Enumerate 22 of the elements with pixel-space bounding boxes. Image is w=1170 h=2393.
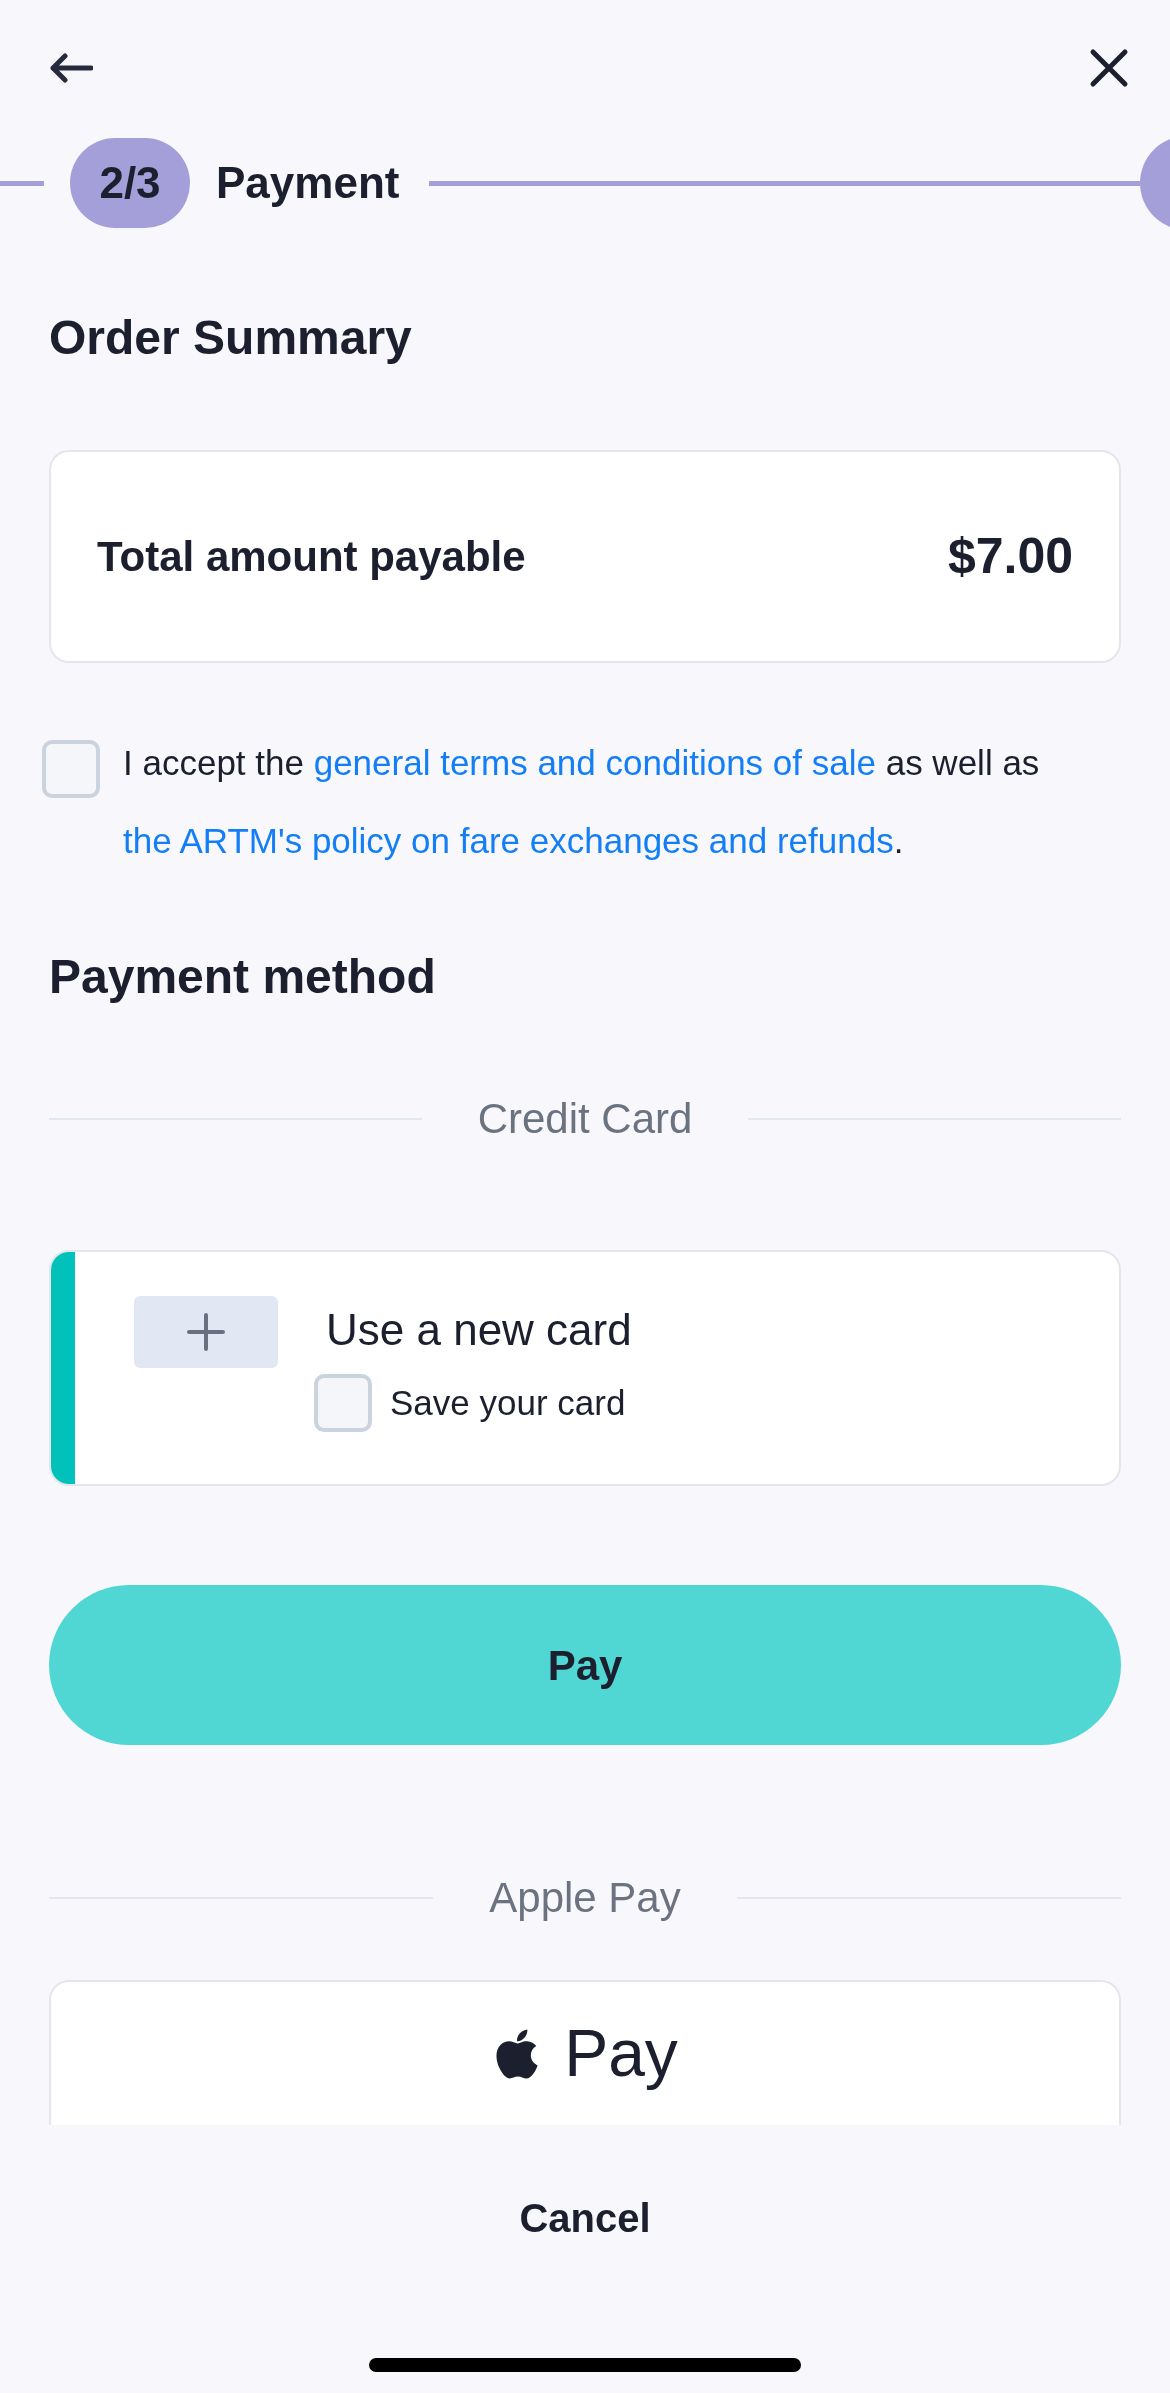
save-card-label: Save your card	[390, 1381, 626, 1424]
plus-icon	[186, 1312, 226, 1352]
terms-checkbox[interactable]	[42, 740, 100, 798]
cancel-button[interactable]: Cancel	[519, 2194, 651, 2242]
pay-button[interactable]: Pay	[49, 1585, 1121, 1745]
terms-text: I accept the general terms and conditions of sale as well as the ARTM's policy on fare exchanges and refunds.	[123, 742, 1041, 862]
payment-method-heading: Payment method	[49, 949, 437, 1005]
close-icon[interactable]	[1089, 48, 1129, 88]
terms-link[interactable]: the ARTM's policy on fare exchanges and refunds	[123, 821, 894, 860]
order-summary-heading: Order Summary	[49, 310, 413, 366]
new-card-title: Use a new card	[326, 1304, 632, 1356]
step-counter: 2/3	[70, 138, 190, 228]
apple-pay-button[interactable]: Pay	[49, 1980, 1121, 2125]
section-divider-label: Apple Pay	[488, 1873, 682, 1923]
save-card-checkbox[interactable]	[314, 1374, 372, 1432]
new-card-option[interactable]: Use a new card Save your card	[49, 1250, 1121, 1486]
step-title: Payment	[216, 157, 400, 209]
terms-link[interactable]: general terms and conditions of sale	[313, 743, 876, 782]
total-label: Total amount payable	[97, 532, 526, 582]
section-divider-label: Credit Card	[476, 1094, 694, 1144]
total-amount: $7.00	[947, 527, 1073, 586]
back-arrow-icon[interactable]	[49, 52, 93, 84]
